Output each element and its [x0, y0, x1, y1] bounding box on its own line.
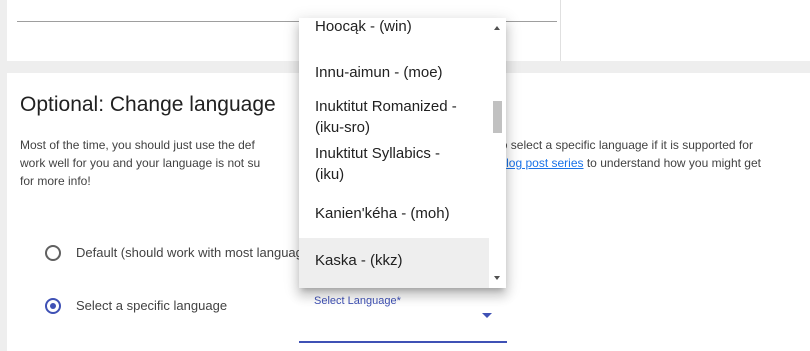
dropdown-option-hovered[interactable]: Kaska - (kkz)	[299, 238, 491, 288]
blog-post-link[interactable]: log post series	[506, 156, 583, 170]
dropdown-option[interactable]: Innu-aimun - (moe)	[299, 62, 491, 96]
dropdown-option[interactable]: Inuktitut Romanized - (iku-sro)	[299, 96, 491, 140]
description-text: work well for you and your language is n…	[20, 156, 261, 170]
description-line-3: for more info!	[20, 174, 91, 188]
dropdown-option[interactable]: Hoocąk - (win)	[299, 18, 491, 50]
description-text: o select a specific language if it is su…	[500, 138, 753, 152]
dropdown-scrollbar[interactable]	[489, 18, 506, 288]
radio-label: Default (should work with most languages…	[76, 245, 321, 260]
scrollbar-thumb[interactable]	[493, 101, 502, 133]
description-text: Most of the time, you should just use th…	[20, 138, 255, 152]
description-text: to understand how you might get	[583, 156, 761, 170]
radio-button[interactable]	[45, 245, 61, 261]
radio-button-selected[interactable]	[45, 298, 61, 314]
card-divider	[560, 0, 561, 61]
scroll-down-arrow-icon[interactable]	[494, 276, 500, 280]
dropdown-option[interactable]: Kanien'kéha - (moh)	[299, 193, 491, 237]
radio-label: Select a specific language	[76, 298, 228, 313]
select-underline	[299, 341, 507, 343]
scroll-up-arrow-icon[interactable]	[494, 26, 500, 30]
section-title: Optional: Change language	[20, 93, 276, 116]
select-label: Select Language*	[314, 295, 401, 307]
dropdown-arrow-icon[interactable]	[482, 313, 492, 318]
dropdown-option[interactable]: Inuktitut Syllabics - (iku)	[299, 143, 491, 187]
language-dropdown-panel[interactable]: Hoocąk - (win) Innu-aimun - (moe) Inukti…	[299, 18, 506, 288]
language-select[interactable]: Select Language*	[299, 288, 507, 343]
